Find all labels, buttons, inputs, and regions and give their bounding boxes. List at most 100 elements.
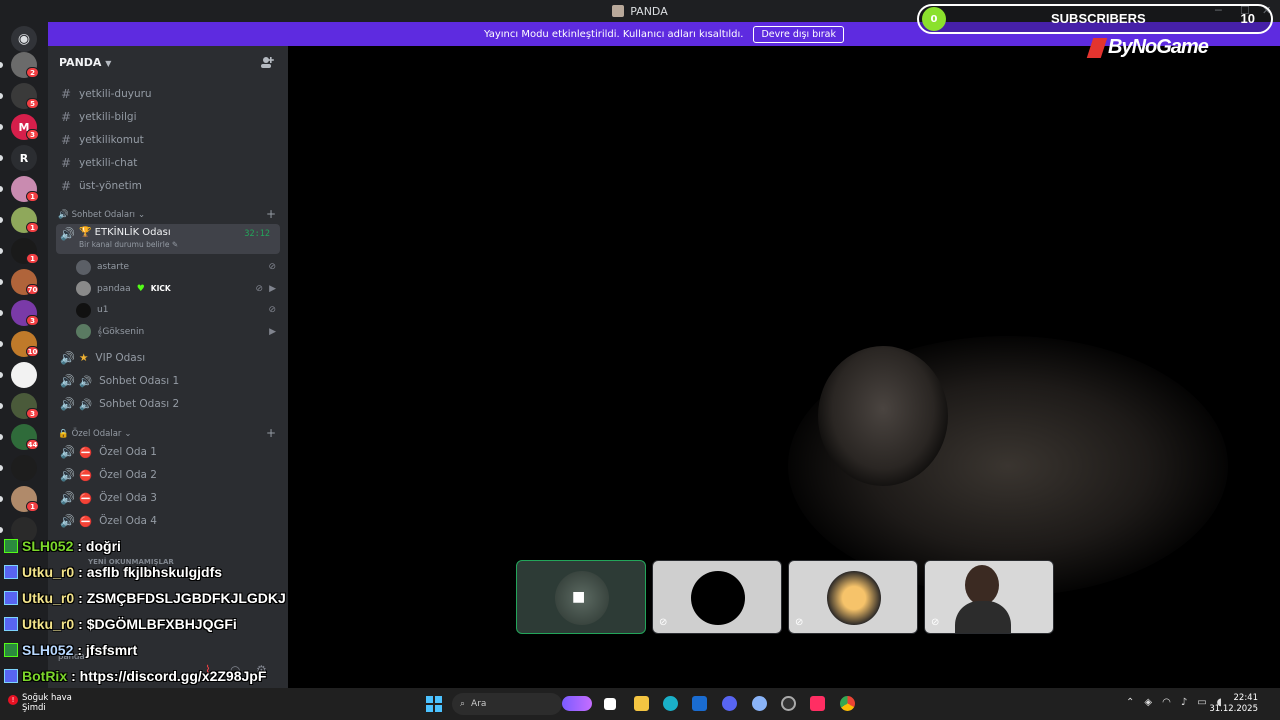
channel-emoji-icon: 🔊: [79, 375, 93, 388]
twitch-platform-icon: [4, 591, 18, 605]
server-indicator: [0, 217, 3, 223]
private-channel[interactable]: 🔊 ⛔ Özel Oda 4: [56, 511, 280, 531]
chat-text: : ZSMÇBFDSLJGBDFKJLGDKJ: [78, 590, 286, 606]
lock-icon: 🔒: [58, 429, 69, 439]
speaker-icon: 🔊: [58, 210, 69, 220]
discord-home-icon[interactable]: ◉: [11, 26, 37, 52]
no-entry-icon: ⛔: [79, 446, 93, 459]
private-channel[interactable]: 🔊 ⛔ Özel Oda 2: [56, 465, 280, 485]
server-indicator: [0, 310, 3, 316]
text-channel[interactable]: # üst-yönetim: [56, 176, 280, 196]
participant-tile[interactable]: ⊘: [924, 560, 1054, 634]
text-channel[interactable]: # yetkili-bilgi: [56, 107, 280, 127]
tiktok-icon[interactable]: [810, 696, 825, 711]
voice-channel[interactable]: 🔊 ★ VIP Odası: [56, 348, 280, 368]
speaker-icon: 🔊: [60, 514, 75, 528]
clock-date: 31.12.2025: [1209, 704, 1258, 714]
window-title: PANDA: [630, 4, 668, 18]
server-indicator: [0, 62, 3, 68]
speaker-icon: 🔊: [60, 351, 75, 365]
goal-label: SUBSCRIBERS: [1051, 11, 1146, 26]
private-channel[interactable]: 🔊 ⛔ Özel Oda 1: [56, 442, 280, 462]
invite-people-icon[interactable]: [260, 55, 274, 69]
channel-name: yetkili-bilgi: [79, 111, 137, 123]
channel-name: VIP Odası: [95, 352, 146, 364]
server-indicator: [0, 372, 3, 378]
heart-icon: ♥: [136, 283, 145, 294]
twitch-platform-icon: [4, 669, 18, 683]
text-channel[interactable]: # yetkili-chat: [56, 153, 280, 173]
server-icon[interactable]: R: [11, 145, 37, 171]
server-indicator: [0, 248, 3, 254]
channel-name: Sohbet Odası 1: [99, 375, 180, 387]
channel-name: üst-yönetim: [79, 180, 142, 192]
store-icon[interactable]: [692, 696, 707, 711]
server-header[interactable]: PANDA ▼: [48, 46, 288, 78]
server-icon[interactable]: [11, 362, 37, 388]
hash-icon: #: [60, 87, 72, 101]
channel-name: Özel Oda 4: [99, 515, 157, 527]
search-icon: ⌕: [460, 699, 466, 709]
subscriber-goal-bar: 0 SUBSCRIBERS 10: [917, 4, 1273, 34]
channel-name: yetkili-duyuru: [79, 88, 152, 100]
participant-tile[interactable]: ⊘: [652, 560, 782, 634]
text-channel[interactable]: # yetkili-duyuru: [56, 84, 280, 104]
participant-tile[interactable]: ■: [516, 560, 646, 634]
weather-widget[interactable]: ! Soğuk hava Şimdi: [8, 693, 72, 713]
no-entry-icon: ⛔: [79, 469, 93, 482]
chevron-down-icon: ⌄: [137, 210, 146, 220]
clock[interactable]: 22:41 31.12.2025: [1209, 693, 1258, 715]
banner-text: Yayıncı Modu etkinleştirildi. Kullanıcı …: [483, 28, 744, 40]
voice-user[interactable]: u1 ⊘: [76, 301, 280, 319]
server-indicator: [0, 279, 3, 285]
chevron-up-icon[interactable]: ⌃: [1126, 697, 1134, 708]
obs-icon[interactable]: [781, 696, 796, 711]
voice-user[interactable]: pandaa ♥ KICK ⊘ ▶: [76, 280, 280, 298]
voice-user[interactable]: 𝄞Göksenin ▶: [76, 323, 280, 341]
unread-badge: 3: [26, 129, 39, 140]
avatar: [76, 324, 91, 339]
wifi-icon[interactable]: ◠: [1162, 697, 1171, 708]
pencil-icon: ✎: [171, 240, 179, 249]
chrome-icon[interactable]: [840, 696, 855, 711]
voice-channel[interactable]: 🔊 🔊 Sohbet Odası 2: [56, 394, 280, 414]
network-icon[interactable]: ▭: [1197, 697, 1206, 708]
widgets-icon[interactable]: [562, 696, 592, 711]
add-channel-icon[interactable]: +: [266, 207, 276, 221]
chat-text: : https://discord.gg/x2Z98JpF: [71, 668, 267, 684]
voice-channel[interactable]: 🔊 🔊 Sohbet Odası 1: [56, 371, 280, 391]
disable-streamer-mode-button[interactable]: Devre dışı bırak: [753, 25, 845, 43]
taskbar-search[interactable]: ⌕ Ara: [452, 693, 562, 715]
channel-name: yetkilikomut: [79, 134, 144, 146]
security-icon[interactable]: ◈: [1144, 697, 1152, 708]
logo-mark-icon: [1086, 37, 1108, 58]
user-status-icons: ⊘ ▶: [256, 284, 276, 294]
chat-message: Utku_r0: $DGÖMLBFXBHJQGFi: [4, 613, 237, 635]
server-icon[interactable]: [11, 455, 37, 481]
channel-status[interactable]: Bir kanal durumu belirle: [79, 240, 169, 249]
add-channel-icon[interactable]: +: [266, 426, 276, 440]
windows-start-icon[interactable]: [426, 696, 442, 712]
settings-taskbar-icon[interactable]: [752, 696, 767, 711]
microphone-icon[interactable]: ♪: [1181, 697, 1187, 708]
task-view-icon[interactable]: [604, 698, 616, 710]
category-private[interactable]: 🔒 Özel Odalar ⌄: [58, 429, 132, 439]
file-explorer-icon[interactable]: [634, 696, 649, 711]
clock-time: 22:41: [1233, 693, 1259, 703]
edge-icon[interactable]: [663, 696, 678, 711]
weather-text: Soğuk hava: [22, 693, 72, 703]
unread-badge: 3: [26, 408, 39, 419]
voice-channel-active[interactable]: 🔊 🏆 ETKİNLİK Odası Bir kanal durumu beli…: [56, 224, 280, 254]
category-voice[interactable]: 🔊 Sohbet Odaları ⌄: [58, 210, 145, 220]
private-channel[interactable]: 🔊 ⛔ Özel Oda 3: [56, 488, 280, 508]
no-entry-icon: ⛔: [79, 492, 93, 505]
voice-user[interactable]: astarte ⊘: [76, 258, 280, 276]
speaker-icon: 🔊: [60, 227, 75, 241]
text-channel[interactable]: # yetkilikomut: [56, 130, 280, 150]
participant-tile[interactable]: ⊘: [788, 560, 918, 634]
chevron-down-icon: ⌄: [124, 429, 132, 439]
avatar: [76, 259, 91, 275]
channel-name: yetkili-chat: [79, 157, 138, 169]
unread-badge: 44: [26, 439, 39, 450]
discord-taskbar-icon[interactable]: [722, 696, 737, 711]
